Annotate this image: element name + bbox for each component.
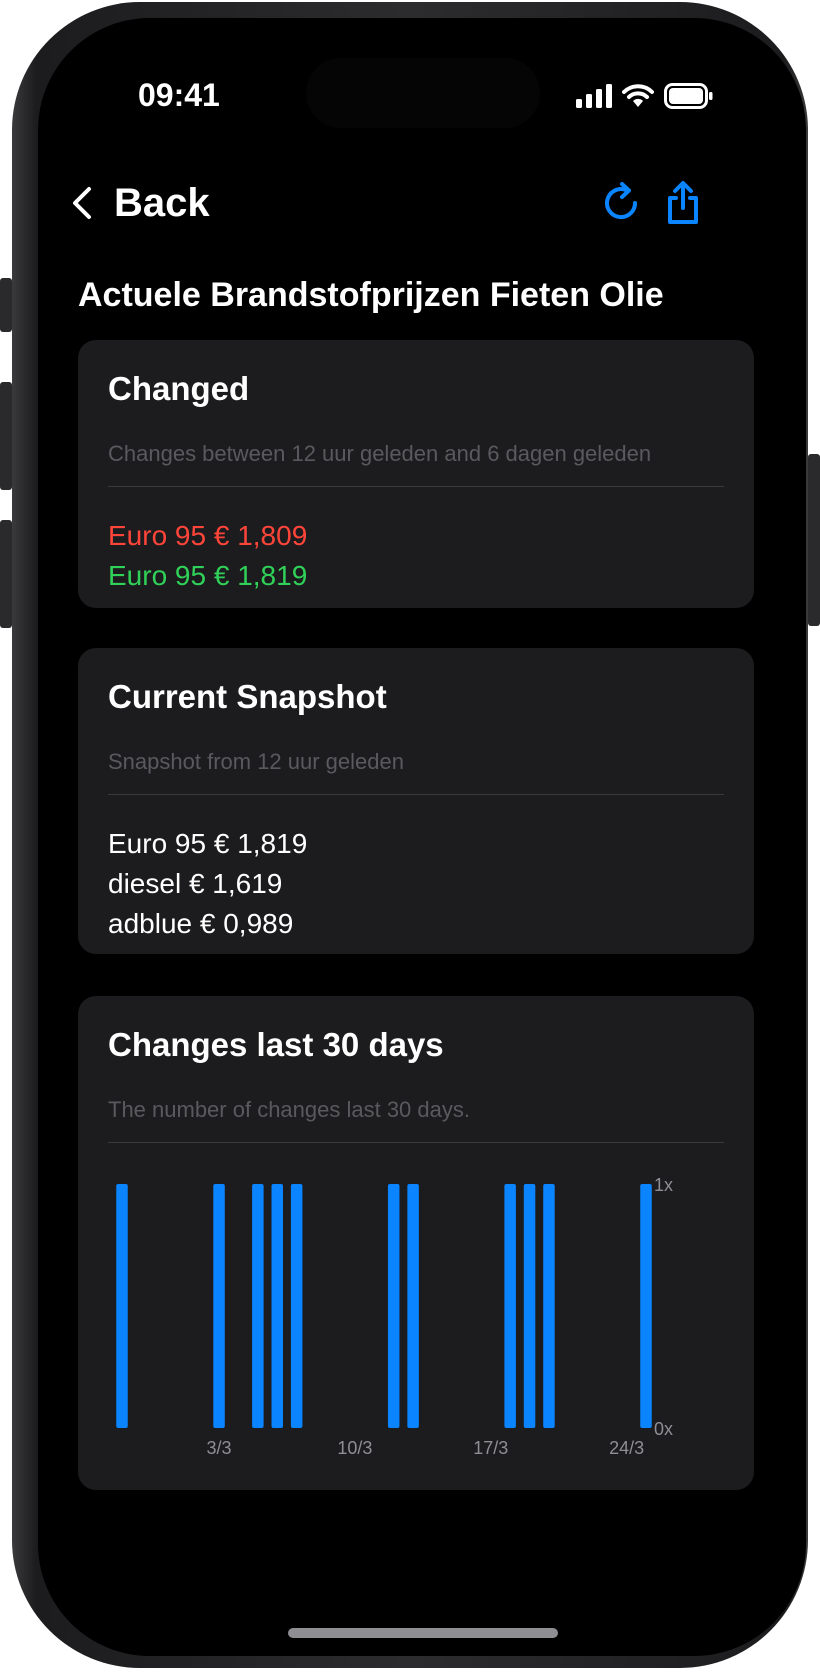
y-tick-label: 1x [654,1175,673,1195]
snapshot-lines: Euro 95 € 1,819 diesel € 1,619 adblue € … [108,824,307,944]
action-button [0,278,12,332]
x-tick-label: 3/3 [207,1438,232,1458]
chart-bar [116,1184,128,1428]
back-label: Back [114,180,210,225]
battery-icon [664,83,713,109]
x-tick-label: 10/3 [337,1438,372,1458]
x-tick-label: 24/3 [609,1438,644,1458]
snapshot-card-title: Current Snapshot [108,678,387,715]
new-price-line: Euro 95 € 1,819 [108,560,308,591]
snapshot-line: Euro 95 € 1,819 [108,828,308,859]
changes-card-title: Changes last 30 days [108,1026,444,1063]
chart-bar [271,1184,284,1428]
cellular-signal-icon [576,84,612,108]
device-frame: 09:41 Back Actuele Brandstofprijzen Fiet… [0,2,820,1668]
changed-lines: Euro 95 € 1,809 Euro 95 € 1,819 [108,516,307,596]
share-button[interactable] [660,180,706,226]
chevron-left-icon [73,187,91,219]
volume-up-button [0,382,12,490]
snapshot-line: diesel € 1,619 [108,868,283,899]
chart-bar [523,1184,536,1428]
page-title: Actuele Brandstofprijzen Fieten Olie [78,276,664,314]
chart-bar [290,1184,303,1428]
x-tick-label: 17/3 [473,1438,508,1458]
chart-bar [387,1184,400,1428]
back-button[interactable]: Back [72,168,210,238]
chart-bar [543,1184,555,1428]
changes-card: Changes last 30 days The number of chang… [78,996,754,1490]
changed-card-subtitle: Changes between 12 uur geleden and 6 dag… [108,441,652,466]
changed-card-title: Changed [108,370,250,407]
status-icons [576,78,714,114]
volume-down-button [0,520,12,628]
share-icon [668,181,698,224]
changes-bar-chart: 3/3 10/3 17/3 24/3 1x 0x [116,1175,673,1458]
y-tick-label: 0x [654,1419,673,1439]
snapshot-card-subtitle: Snapshot from 12 uur geleden [108,749,404,774]
power-button [808,454,820,626]
chart-bar [407,1184,419,1428]
refresh-icon [605,182,638,220]
refresh-button[interactable] [598,180,644,226]
divider [108,1142,724,1143]
screen: 09:41 Back Actuele Brandstofprijzen Fiet… [38,18,806,1656]
snapshot-card: Current Snapshot Snapshot from 12 uur ge… [78,648,754,954]
chart-bar [640,1184,652,1428]
divider [108,794,724,795]
chart-bar [252,1184,264,1428]
status-time: 09:41 [138,77,220,113]
home-indicator [288,1628,558,1638]
snapshot-line: adblue € 0,989 [108,908,294,939]
old-price-line: Euro 95 € 1,809 [108,520,308,551]
dynamic-island [306,58,540,128]
wifi-icon [622,84,654,107]
changes-card-subtitle: The number of changes last 30 days. [108,1097,470,1122]
divider [108,486,724,487]
changed-card: Changed Changes between 12 uur geleden a… [78,340,754,608]
chart-bar [213,1184,225,1428]
chart-bar [504,1184,516,1428]
